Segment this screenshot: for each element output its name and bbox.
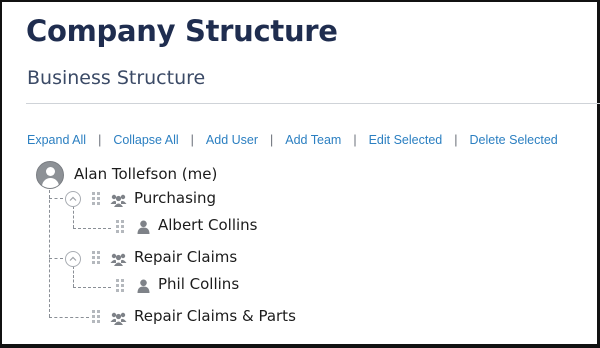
drag-handle-icon[interactable] [92,192,101,205]
tree-connector [49,198,63,199]
tree-connector [49,258,63,259]
member-label-phil-collins[interactable]: Phil Collins [158,275,239,293]
team-label-repair-claims-parts[interactable]: Repair Claims & Parts [134,307,296,325]
drag-handle-icon[interactable] [116,220,125,233]
user-icon [137,278,150,293]
team-icon [110,310,127,325]
root-user-label[interactable]: Alan Tollefson (me) [74,165,217,183]
tree-connector [73,266,74,287]
team-icon [110,251,127,266]
team-label-repair-claims[interactable]: Repair Claims [134,248,237,266]
tree-connector [73,287,111,288]
tree-connector [49,190,50,317]
tree-connector [73,228,111,229]
collapse-toggle-icon[interactable] [65,191,81,207]
tree-connector [49,317,89,318]
org-tree: Alan Tollefson (me) Purchasing Albert Co… [0,0,600,348]
team-label-purchasing[interactable]: Purchasing [134,189,216,207]
drag-handle-icon[interactable] [116,279,125,292]
drag-handle-icon[interactable] [92,310,101,323]
team-icon [110,192,127,207]
tree-connector [73,206,74,228]
root-user-avatar-icon [36,161,64,189]
collapse-toggle-icon[interactable] [65,251,81,267]
drag-handle-icon[interactable] [92,251,101,264]
user-icon [137,219,150,234]
member-label-albert-collins[interactable]: Albert Collins [158,216,257,234]
